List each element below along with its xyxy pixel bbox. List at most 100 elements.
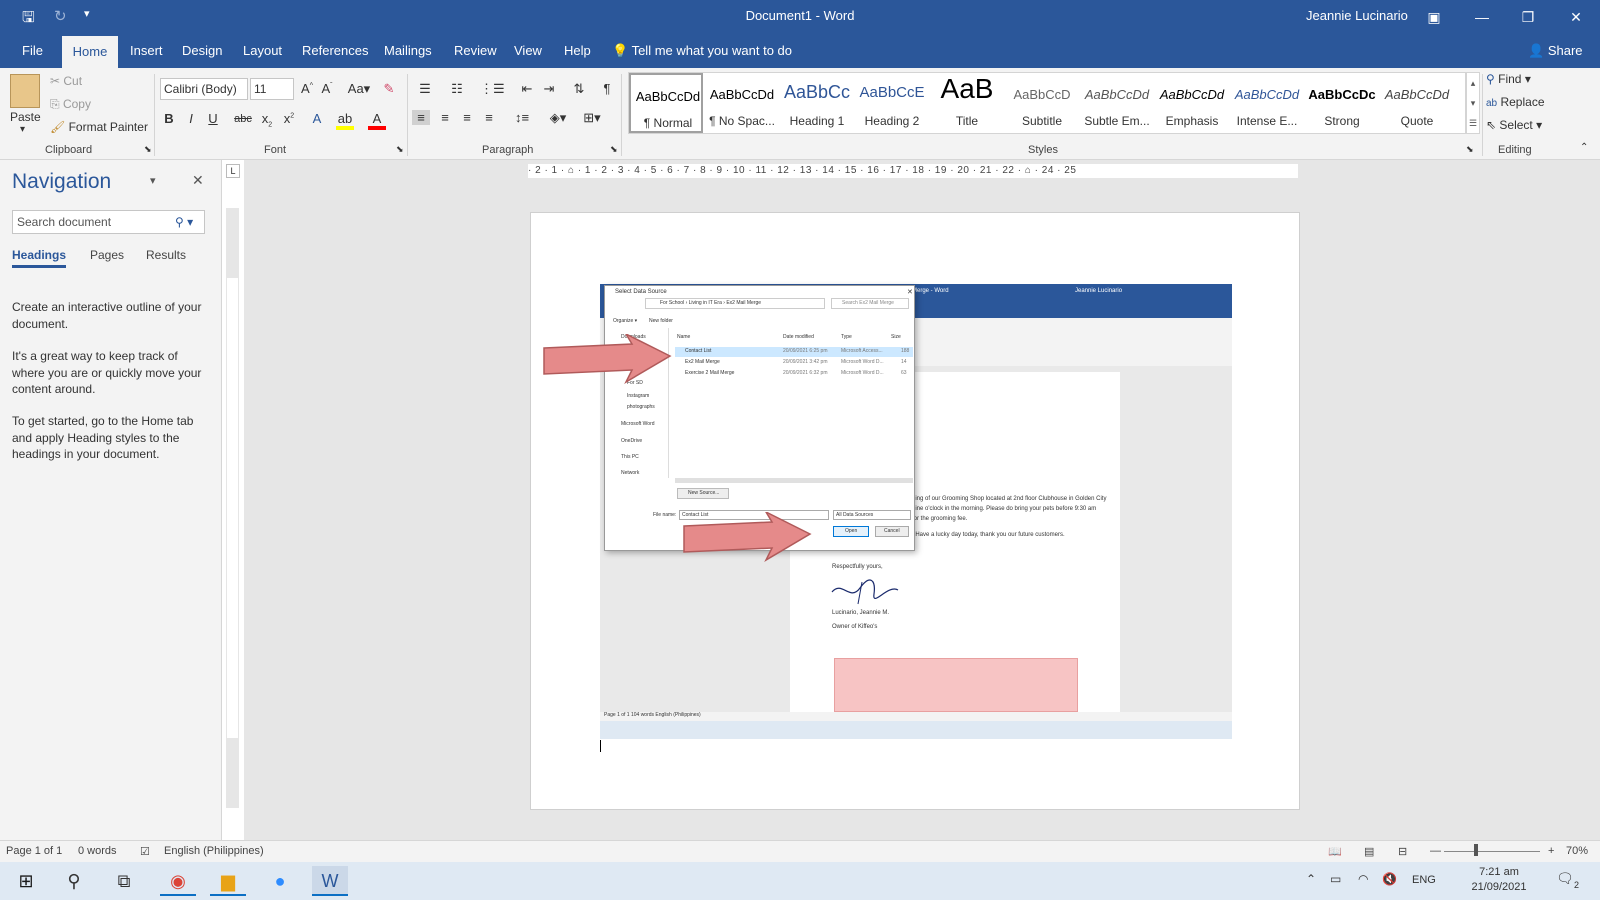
shrink-font-icon[interactable]: Aˇ [318,81,336,96]
font-name-box[interactable]: Calibri (Body) [160,78,248,100]
file-type-filter[interactable]: All Data Sources [833,510,911,520]
tab-headings[interactable]: Headings [12,248,67,268]
zoom-level[interactable]: 70% [1566,845,1588,857]
collapse-ribbon-icon[interactable]: ⌃ [1580,142,1588,153]
highlight-icon[interactable]: ab [336,111,354,130]
style-subtitle[interactable]: AaBbCcD Subtitle [1005,73,1079,133]
text-effects-icon[interactable]: A [308,111,326,126]
battery-icon[interactable]: ▭ [1330,872,1341,886]
tab-home[interactable]: Home [62,36,118,68]
read-mode-icon[interactable]: 📖 [1328,845,1342,858]
tab-help[interactable]: Help [556,34,599,68]
style-no-spacing[interactable]: AaBbCcDd ¶ No Spac... [705,73,779,133]
user-name[interactable]: Jeannie Lucinario [1306,8,1408,23]
web-layout-icon[interactable]: ⊟ [1398,845,1407,858]
style-normal[interactable]: AaBbCcDd ¶ Normal [629,73,703,133]
zoom-thumb[interactable] [1474,844,1478,856]
styles-launcher-icon[interactable]: ⬊ [1466,144,1474,155]
column-header-name[interactable]: Name [677,334,690,340]
new-source-button[interactable]: New Source... [677,488,729,499]
tab-layout[interactable]: Layout [235,34,290,68]
file-name[interactable]: Exercise 2 Mail Merge [685,370,734,376]
superscript-icon[interactable]: x2 [280,111,298,126]
decrease-indent-icon[interactable]: ⇤ [518,81,536,97]
wifi-icon[interactable]: ◠ [1358,872,1368,886]
tab-view[interactable]: View [506,34,550,68]
address-bar[interactable]: For School › Living in IT Era › Ex2 Mail… [645,298,825,309]
tell-me-box[interactable]: 💡 Tell me what you want to do [612,34,792,68]
horizontal-ruler[interactable]: · 2 · 1 · ⌂ · 1 · 2 · 3 · 4 · 5 · 6 · 7 … [528,164,1298,178]
styles-scroll-controls[interactable]: ▴ ▾ ☰ [1466,72,1480,134]
chrome-icon[interactable]: ◉ [160,866,196,896]
zoom-in-button[interactable]: + [1548,845,1554,857]
column-header-date[interactable]: Date modified [783,334,814,340]
bullets-icon[interactable]: ☰ [414,81,436,97]
input-language[interactable]: ENG [1412,874,1436,886]
align-left-icon[interactable]: ≡ [412,110,430,125]
increase-indent-icon[interactable]: ⇥ [540,81,558,97]
search-icon[interactable]: ⚲ [56,866,92,896]
tab-file[interactable]: File [14,34,51,68]
sidebar-item[interactable]: This PC [621,454,639,460]
bold-icon[interactable]: B [160,111,178,126]
style-quote[interactable]: AaBbCcDd Quote [1380,73,1454,133]
open-button[interactable]: Open [833,526,869,537]
notifications-icon[interactable]: 🗨 [1556,870,1574,887]
tab-review[interactable]: Review [446,34,505,68]
search-input[interactable]: Search document ⚲ ▾ [12,210,205,234]
replace-button[interactable]: ab Replace [1486,95,1545,109]
cancel-button[interactable]: Cancel [875,526,909,537]
cut-button[interactable]: ✂ Cut [50,74,82,88]
shading-icon[interactable]: ◈▾ [546,110,570,126]
tab-results[interactable]: Results [146,248,186,262]
column-header-size[interactable]: Size [891,334,901,340]
tab-selector-icon[interactable]: L [226,164,240,178]
clock[interactable]: 7:21 am 21/09/2021 [1454,866,1544,893]
sort-icon[interactable]: ⇅ [570,81,588,97]
change-case-icon[interactable]: Aa▾ [346,81,372,97]
style-heading-1[interactable]: AaBbCc Heading 1 [780,73,854,133]
sidebar-item[interactable]: Instagram [627,393,649,399]
clear-formatting-icon[interactable]: ✎ [380,81,398,97]
justify-icon[interactable]: ≡ [480,110,498,125]
subscript-icon[interactable]: x2 [258,111,276,129]
tab-mailings[interactable]: Mailings [376,34,440,68]
paragraph-launcher-icon[interactable]: ⬊ [610,144,618,155]
nav-options-icon[interactable]: ▾ [150,174,156,187]
tab-insert[interactable]: Insert [122,34,171,68]
paste-button[interactable]: Paste [10,110,41,124]
style-strong[interactable]: AaBbCcDc Strong [1305,73,1379,133]
show-formatting-icon[interactable]: ¶ [598,81,616,96]
clipboard-icon[interactable] [10,74,40,108]
format-painter-button[interactable]: 🖌 Format Painter [50,120,148,134]
task-view-icon[interactable]: ⧉ [106,866,142,896]
new-folder-button[interactable]: New folder [649,318,673,324]
font-color-icon[interactable]: A [368,111,386,130]
style-emphasis[interactable]: AaBbCcDd Emphasis [1155,73,1229,133]
proofing-icon[interactable]: ☑ [140,845,150,858]
style-heading-2[interactable]: AaBbCcE Heading 2 [855,73,929,133]
file-explorer-icon[interactable]: ▆ [210,866,246,896]
ribbon-display-options-icon[interactable]: ▣ [1414,4,1454,30]
volume-icon[interactable]: 🔇 [1382,872,1397,886]
underline-icon[interactable]: U [204,111,222,126]
sidebar-item[interactable]: Network [621,470,639,476]
dialog-scrollbar[interactable] [675,478,913,483]
windows-start-icon[interactable]: ⊞ [8,866,44,896]
line-spacing-icon[interactable]: ↕≡ [510,110,534,125]
page-count[interactable]: Page 1 of 1 [6,845,62,857]
organize-button[interactable]: Organize ▾ [613,318,637,324]
close-icon[interactable]: ✕ [192,172,204,189]
font-launcher-icon[interactable]: ⬊ [396,144,404,155]
zoom-app-icon[interactable]: ● [262,866,298,896]
find-button[interactable]: ⚲ Find ▾ [1486,72,1531,86]
multilevel-list-icon[interactable]: ⋮☰ [480,81,505,97]
tab-pages[interactable]: Pages [90,248,124,262]
sidebar-item[interactable]: photographs [627,404,655,410]
language[interactable]: English (Philippines) [164,845,264,857]
clipboard-launcher-icon[interactable]: ⬊ [144,144,152,155]
restore-button[interactable]: ❐ [1508,4,1548,30]
show-hidden-icons[interactable]: ⌃ [1306,872,1316,886]
zoom-out-button[interactable]: — [1430,845,1441,857]
close-icon[interactable]: ✕ [907,288,913,296]
